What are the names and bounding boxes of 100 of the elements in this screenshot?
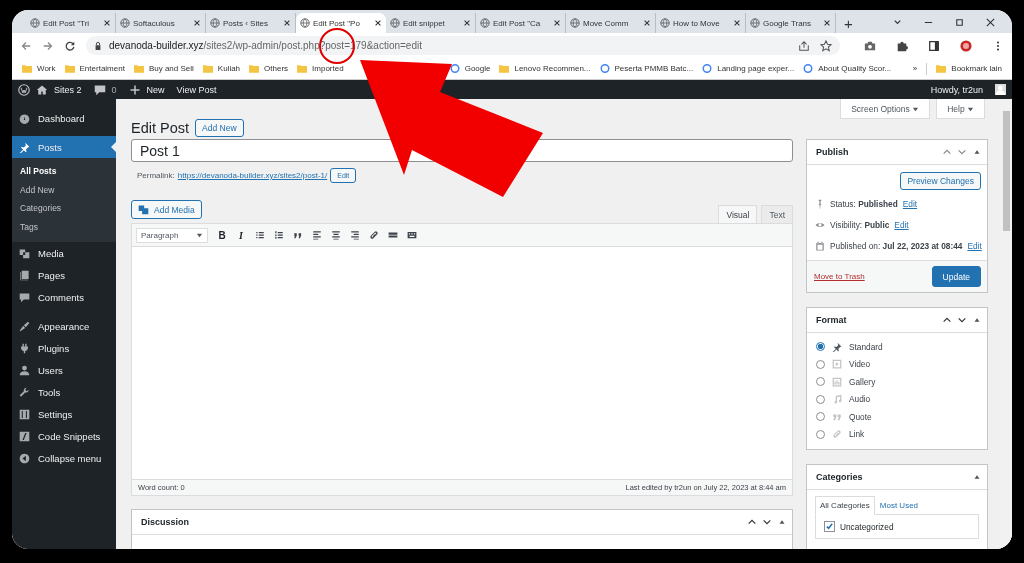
view-post-link[interactable]: View Post	[176, 84, 217, 95]
align-left-icon[interactable]	[312, 230, 322, 240]
browser-tab[interactable]: Edit Post "Po	[296, 13, 386, 33]
keyboard-icon[interactable]	[407, 230, 417, 240]
checkbox[interactable]	[824, 521, 835, 532]
bookmark-link[interactable]: Entertaiment	[79, 64, 125, 73]
numbered-list-icon[interactable]	[274, 230, 284, 240]
browser-tab[interactable]: How to Move	[656, 13, 746, 33]
browser-tab[interactable]: Google Trans	[746, 13, 836, 33]
wordpress-logo-icon[interactable]	[18, 83, 30, 96]
format-dropdown[interactable]: Paragraph	[136, 227, 208, 243]
menu-item[interactable]: Collapse menu	[12, 447, 116, 469]
browser-tab[interactable]: Edit snippet	[386, 13, 476, 33]
browser-tab[interactable]: Edit Post "Ca	[476, 13, 566, 33]
avatar-icon[interactable]	[960, 39, 972, 52]
greeting-text[interactable]: Howdy, tr2un	[930, 84, 983, 95]
close-icon[interactable]	[103, 19, 111, 27]
bookmark-link[interactable]: Bookmark lain	[951, 64, 1002, 73]
menu-item[interactable]: Dashboard	[12, 107, 116, 129]
close-icon[interactable]	[643, 19, 651, 27]
menu-item[interactable]: Appearance	[12, 315, 116, 337]
menu-item[interactable]: Tools	[12, 381, 116, 403]
submenu-item[interactable]: Add New	[12, 180, 116, 199]
update-button[interactable]: Update	[931, 266, 981, 287]
format-label[interactable]: Gallery	[849, 376, 876, 387]
close-icon[interactable]	[553, 19, 561, 27]
toolbar-button[interactable]: I	[236, 229, 246, 241]
more-bookmarks-button[interactable]: »	[912, 64, 918, 73]
forward-arrow-icon[interactable]	[42, 39, 54, 52]
chevron-down-icon[interactable]	[957, 315, 967, 325]
radio-button[interactable]	[816, 342, 825, 352]
close-icon[interactable]	[193, 19, 201, 27]
menu-item[interactable]: Pages	[12, 264, 116, 286]
category-tab[interactable]: Most Used	[874, 496, 924, 515]
format-label[interactable]: Standard	[849, 341, 883, 352]
format-label[interactable]: Audio	[849, 394, 871, 405]
submenu-item[interactable]: Tags	[12, 217, 116, 236]
edit-link[interactable]: Edit	[902, 198, 918, 209]
permalink-link[interactable]: https://devanoda-builder.xyz/sites2/post-1/	[177, 171, 328, 180]
bookmark-link[interactable]: About Quality Scor...	[818, 64, 892, 73]
maximize-icon[interactable]	[954, 17, 965, 28]
close-icon[interactable]	[463, 19, 471, 27]
bullet-list-icon[interactable]	[255, 230, 265, 240]
bookmark-link[interactable]: Kuliah	[217, 64, 241, 73]
format-label[interactable]: Link	[849, 429, 865, 440]
new-tab-button[interactable]: +	[836, 13, 861, 33]
chevron-down-icon[interactable]	[762, 517, 772, 527]
close-icon[interactable]	[283, 19, 291, 27]
menu-item[interactable]: Code Snippets	[12, 425, 116, 447]
bookmark-link[interactable]: Lenovo Recommen...	[514, 64, 591, 73]
screen-option-tab[interactable]: Help	[936, 99, 985, 119]
menu-item[interactable]: Media	[12, 242, 116, 264]
edit-link[interactable]: Edit	[894, 219, 909, 230]
preview-changes-button[interactable]: Preview Changes	[900, 172, 981, 190]
format-label[interactable]: Video	[849, 359, 871, 370]
menu-item[interactable]: Settings	[12, 403, 116, 425]
editor-tab[interactable]: Visual	[718, 205, 758, 223]
bookmark-link[interactable]: Others	[264, 64, 289, 73]
screen-option-tab[interactable]: Screen Options	[840, 99, 931, 119]
chevron-up-icon[interactable]	[942, 315, 952, 325]
add-new-button[interactable]: Add New	[195, 119, 244, 137]
browser-tab[interactable]: Move Comm	[566, 13, 656, 33]
camera-icon[interactable]	[864, 39, 876, 52]
bookmark-link[interactable]: Landing page exper...	[717, 64, 795, 73]
align-right-icon[interactable]	[350, 230, 360, 240]
share-icon[interactable]	[798, 39, 810, 52]
comment-count[interactable]: 0	[111, 84, 117, 95]
move-to-trash-link[interactable]: Move to Trash	[814, 272, 865, 281]
browser-tab[interactable]: Edit Post "Tri	[26, 13, 116, 33]
format-label[interactable]: Quote	[849, 411, 872, 422]
add-media-button[interactable]: Add Media	[131, 200, 202, 219]
back-arrow-icon[interactable]	[20, 39, 32, 52]
category-tab[interactable]: All Categories	[815, 496, 875, 515]
bookmark-link[interactable]: Work	[37, 64, 56, 73]
close-icon[interactable]	[374, 19, 382, 27]
close-icon[interactable]	[823, 19, 831, 27]
reload-icon[interactable]	[64, 39, 76, 52]
menu-item[interactable]: Plugins	[12, 337, 116, 359]
read-more-icon[interactable]	[388, 230, 398, 240]
close-icon[interactable]	[733, 19, 741, 27]
puzzle-icon[interactable]	[896, 39, 908, 52]
link-icon[interactable]	[369, 230, 379, 240]
chevron-up-icon[interactable]	[747, 517, 757, 527]
edit-link[interactable]: Edit	[967, 240, 982, 251]
category-label[interactable]: Uncategorized	[840, 521, 894, 532]
new-link[interactable]: New	[146, 84, 165, 95]
bookmark-link[interactable]: Imported	[312, 64, 344, 73]
menu-item[interactable]: Comments	[12, 286, 116, 308]
bookmark-link[interactable]: Peserta PMMB Batc...	[614, 64, 694, 73]
browser-tab[interactable]: Softaculous	[116, 13, 206, 33]
editor-tab[interactable]: Text	[761, 205, 793, 223]
quote-icon[interactable]	[293, 230, 303, 240]
star-icon[interactable]	[820, 39, 832, 52]
side-panel-icon[interactable]	[928, 39, 940, 52]
submenu-item[interactable]: Categories	[12, 199, 116, 218]
menu-item[interactable]: Users	[12, 359, 116, 381]
menu-item[interactable]: Posts	[12, 136, 116, 158]
bookmark-link[interactable]: Google	[464, 64, 491, 73]
align-center-icon[interactable]	[331, 230, 341, 240]
toolbar-button[interactable]: B	[217, 229, 227, 241]
